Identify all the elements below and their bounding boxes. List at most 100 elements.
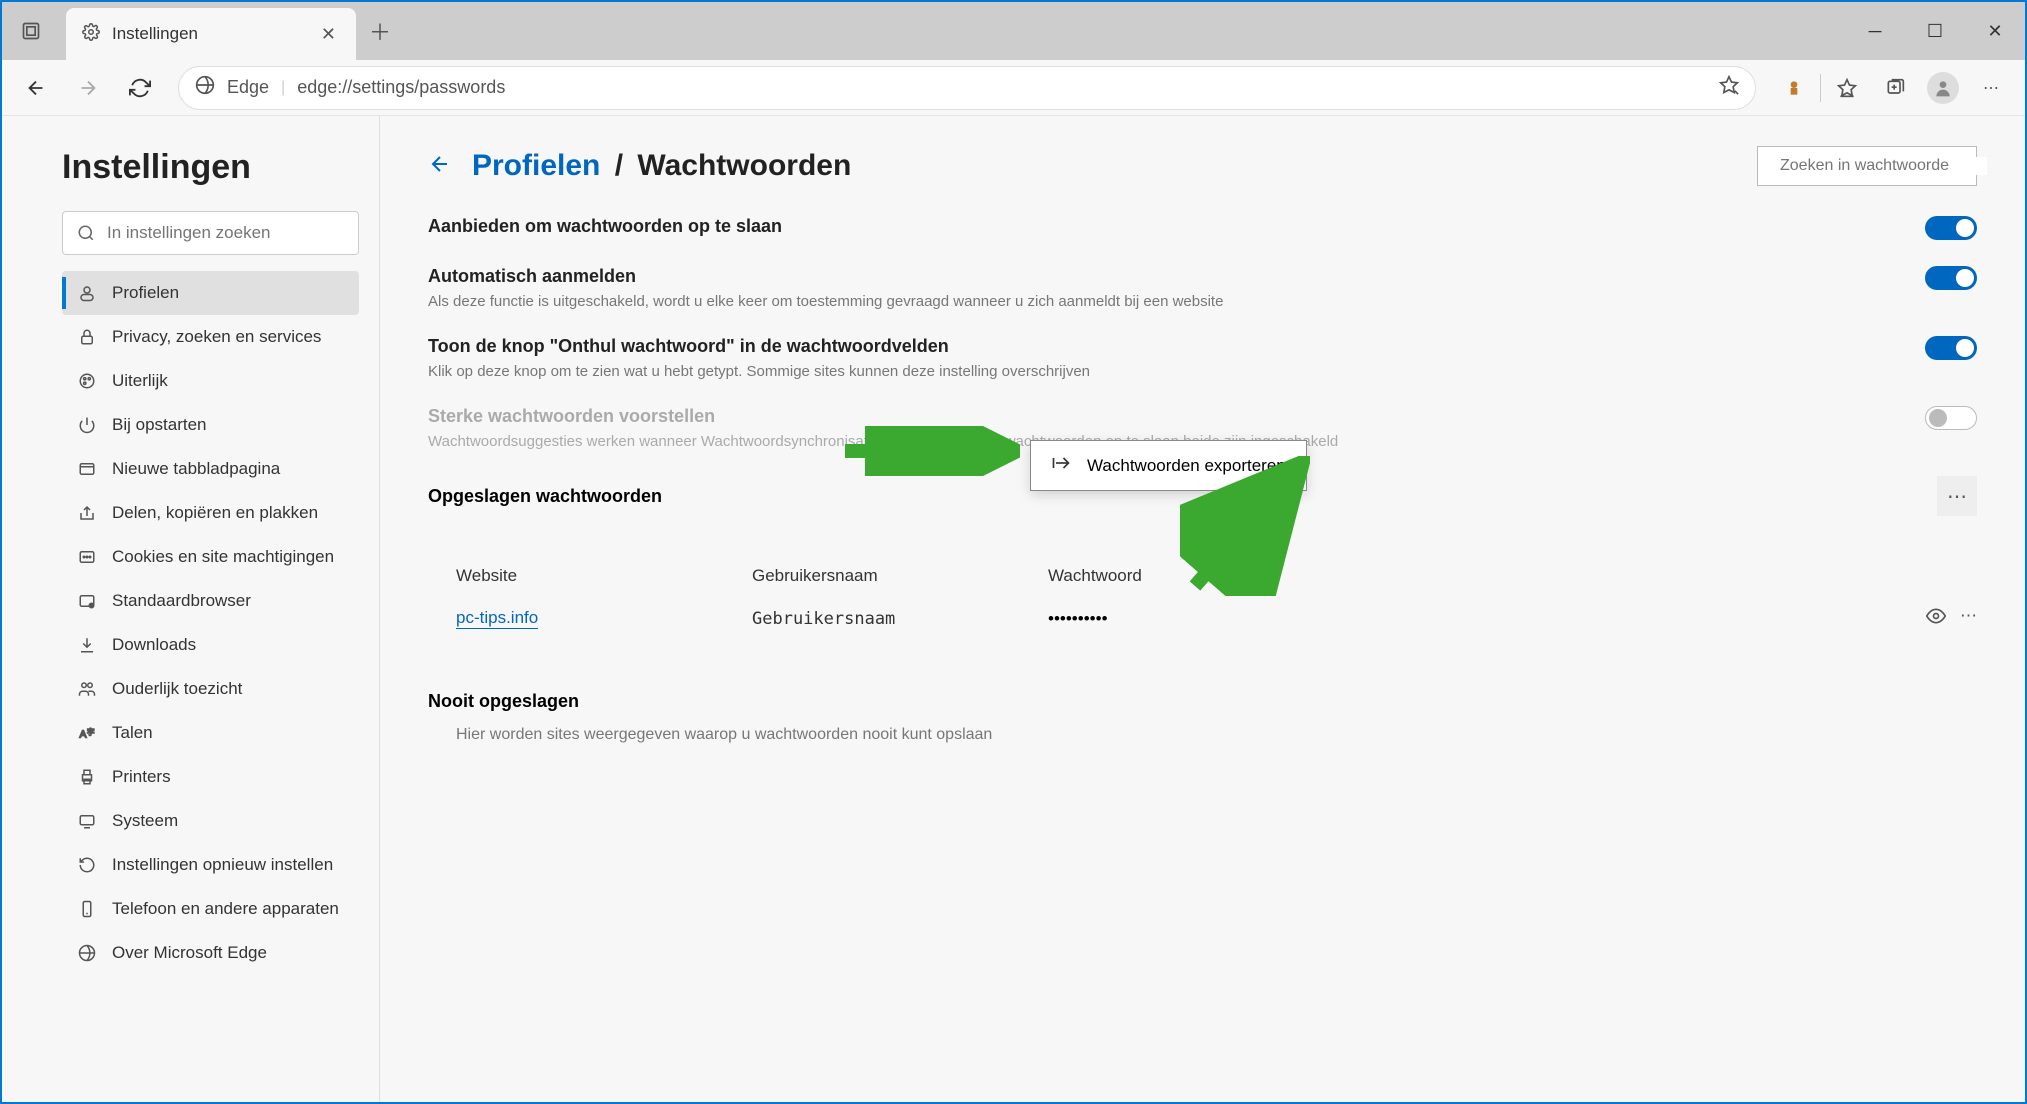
sidebar-item-label: Ouderlijk toezicht xyxy=(112,679,242,699)
password-site-link[interactable]: pc-tips.info xyxy=(456,608,538,629)
edge-logo-icon xyxy=(195,75,215,100)
sidebar-item-reset[interactable]: Instellingen opnieuw instellen xyxy=(62,843,359,887)
password-search-input[interactable] xyxy=(1780,157,1987,175)
phone-icon xyxy=(76,900,98,918)
col-username: Gebruikersnaam xyxy=(752,566,1032,586)
sidebar-item-label: Printers xyxy=(112,767,171,787)
export-label: Wachtwoorden exporteren xyxy=(1087,456,1286,476)
menu-button[interactable]: ⋯ xyxy=(1969,66,2013,110)
browser-window: Instellingen ✕ ＋ ─ ☐ ✕ Edge | edge://set… xyxy=(0,0,2027,1104)
sidebar-item-uiterlijk[interactable]: Uiterlijk xyxy=(62,359,359,403)
family-icon xyxy=(76,680,98,698)
collections-icon[interactable] xyxy=(1873,66,1917,110)
sidebar-item-privacy[interactable]: Privacy, zoeken en services xyxy=(62,315,359,359)
maximize-button[interactable]: ☐ xyxy=(1905,2,1965,60)
setting-desc: Als deze functie is uitgeschakeld, wordt… xyxy=(428,293,1905,310)
sidebar-item-cookies[interactable]: Cookies en site machtigingen xyxy=(62,535,359,579)
setting-desc: Klik op deze knop om te zien wat u hebt … xyxy=(428,363,1905,380)
url-text: edge://settings/passwords xyxy=(297,77,1707,98)
sidebar-item-label: Delen, kopiëren en plakken xyxy=(112,503,318,523)
titlebar: Instellingen ✕ ＋ ─ ☐ ✕ xyxy=(2,2,2025,60)
sidebar-item-label: Over Microsoft Edge xyxy=(112,943,267,963)
sidebar-item-label: Standaardbrowser xyxy=(112,591,251,611)
toggle-suggest-strong xyxy=(1925,406,1977,430)
close-window-button[interactable]: ✕ xyxy=(1965,2,2025,60)
breadcrumb-back-button[interactable] xyxy=(428,152,452,181)
sidebar-item-label: Talen xyxy=(112,723,153,743)
never-saved-section: Nooit opgeslagen Hier worden sites weerg… xyxy=(428,691,1977,744)
settings-main: Profielen / Wachtwoorden Aanbieden om wa… xyxy=(380,116,2025,1102)
browser-tab[interactable]: Instellingen ✕ xyxy=(66,8,356,60)
row-more-button[interactable]: ⋯ xyxy=(1960,606,1977,631)
share-icon xyxy=(76,504,98,522)
close-tab-button[interactable]: ✕ xyxy=(317,20,340,49)
sidebar-item-standaard[interactable]: Standaardbrowser xyxy=(62,579,359,623)
sidebar-item-telefoon[interactable]: Telefoon en andere apparaten xyxy=(62,887,359,931)
minimize-button[interactable]: ─ xyxy=(1845,2,1905,60)
favorites-icon[interactable] xyxy=(1825,66,1869,110)
sidebar-item-label: Downloads xyxy=(112,635,196,655)
toggle-auto-signin[interactable] xyxy=(1925,266,1977,290)
system-icon xyxy=(76,812,98,830)
toggle-reveal[interactable] xyxy=(1925,336,1977,360)
reveal-password-icon[interactable] xyxy=(1926,606,1946,631)
site-identity: Edge xyxy=(227,77,269,98)
sidebar-item-label: Privacy, zoeken en services xyxy=(112,327,321,347)
reset-icon xyxy=(76,856,98,874)
language-icon: A字 xyxy=(76,724,98,742)
sidebar-item-talen[interactable]: A字 Talen xyxy=(62,711,359,755)
extension-icon[interactable] xyxy=(1772,66,1816,110)
forward-button[interactable] xyxy=(66,66,110,110)
settings-search-input[interactable] xyxy=(107,223,344,243)
sidebar-item-downloads[interactable]: Downloads xyxy=(62,623,359,667)
table-row: pc-tips.info Gebruikersnaam •••••••••• ⋯ xyxy=(428,596,1977,641)
setting-title: Aanbieden om wachtwoorden op te slaan xyxy=(428,216,1905,237)
password-username: Gebruikersnaam xyxy=(752,609,1032,629)
download-icon xyxy=(76,636,98,654)
brush-icon xyxy=(76,372,98,390)
col-website: Website xyxy=(456,566,736,586)
col-password: Wachtwoord xyxy=(1048,566,1961,586)
sidebar-item-systeem[interactable]: Systeem xyxy=(62,799,359,843)
lock-icon xyxy=(76,328,98,346)
sidebar-heading: Instellingen xyxy=(62,148,359,187)
edge-icon xyxy=(76,944,98,962)
printer-icon xyxy=(76,768,98,786)
back-button[interactable] xyxy=(14,66,58,110)
export-passwords-menu[interactable]: Wachtwoorden exporteren xyxy=(1030,440,1307,491)
favorite-icon[interactable] xyxy=(1719,75,1739,100)
setting-title: Automatisch aanmelden xyxy=(428,266,1905,287)
tab-actions-icon[interactable] xyxy=(2,2,60,60)
sidebar-item-label: Systeem xyxy=(112,811,178,831)
settings-search[interactable] xyxy=(62,211,359,255)
tab-title: Instellingen xyxy=(112,24,305,44)
profile-avatar[interactable] xyxy=(1921,66,1965,110)
section-heading: Opgeslagen wachtwoorden xyxy=(428,486,662,507)
saved-passwords-more-button[interactable]: ⋯ xyxy=(1937,476,1977,516)
breadcrumb-separator: / xyxy=(615,149,623,182)
sidebar-item-profielen[interactable]: Profielen xyxy=(62,271,359,315)
sidebar-item-label: Nieuwe tabbladpagina xyxy=(112,459,280,479)
settings-page: Instellingen Profielen Privacy, zoeken e… xyxy=(2,116,2025,1102)
sidebar-item-delen[interactable]: Delen, kopiëren en plakken xyxy=(62,491,359,535)
breadcrumb-parent[interactable]: Profielen xyxy=(472,149,600,182)
svg-text:字: 字 xyxy=(87,727,95,737)
user-icon xyxy=(76,284,98,302)
sidebar-item-nieuwetab[interactable]: Nieuwe tabbladpagina xyxy=(62,447,359,491)
address-bar[interactable]: Edge | edge://settings/passwords xyxy=(178,66,1756,110)
gear-icon xyxy=(82,23,100,46)
new-tab-button[interactable]: ＋ xyxy=(356,2,404,60)
settings-sidebar: Instellingen Profielen Privacy, zoeken e… xyxy=(2,116,380,1102)
password-search[interactable] xyxy=(1757,146,1977,186)
breadcrumb: Profielen / Wachtwoorden xyxy=(472,149,851,183)
sidebar-item-label: Uiterlijk xyxy=(112,371,168,391)
sidebar-item-printers[interactable]: Printers xyxy=(62,755,359,799)
sidebar-item-ouderlijk[interactable]: Ouderlijk toezicht xyxy=(62,667,359,711)
search-icon xyxy=(77,224,95,242)
sidebar-item-opstarten[interactable]: Bij opstarten xyxy=(62,403,359,447)
sidebar-item-over[interactable]: Over Microsoft Edge xyxy=(62,931,359,975)
toggle-offer-save[interactable] xyxy=(1925,216,1977,240)
table-header: Website Gebruikersnaam Wachtwoord xyxy=(428,556,1977,596)
tab-icon xyxy=(76,460,98,478)
refresh-button[interactable] xyxy=(118,66,162,110)
